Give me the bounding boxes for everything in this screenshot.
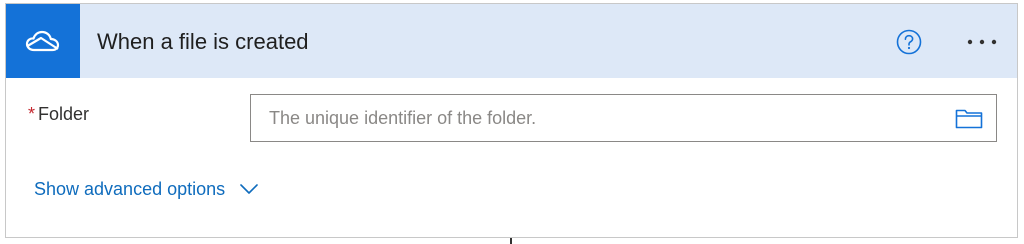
required-marker: * [28,104,36,124]
folder-input[interactable] [251,95,941,141]
flow-connector-line [510,238,512,244]
more-options-button[interactable] [960,26,1004,58]
folder-icon [955,109,983,129]
connector-icon-tile [6,4,80,78]
folder-picker-button[interactable] [954,105,984,131]
onedrive-cloud-icon [25,30,60,52]
trigger-title: When a file is created [97,29,309,54]
folder-field-label: * Folder [28,104,89,125]
question-circle-icon [896,29,922,55]
help-button[interactable] [895,28,923,56]
ellipsis-icon [967,39,997,45]
folder-input-box [250,94,997,142]
folder-label-text: Folder [38,104,90,124]
show-advanced-options-label: Show advanced options [34,178,226,199]
trigger-header[interactable]: When a file is created [6,4,1017,78]
show-advanced-options-link[interactable]: Show advanced options [34,176,259,202]
chevron-down-icon [239,183,259,195]
trigger-card: When a file is created * Folder The uniq… [5,3,1018,238]
